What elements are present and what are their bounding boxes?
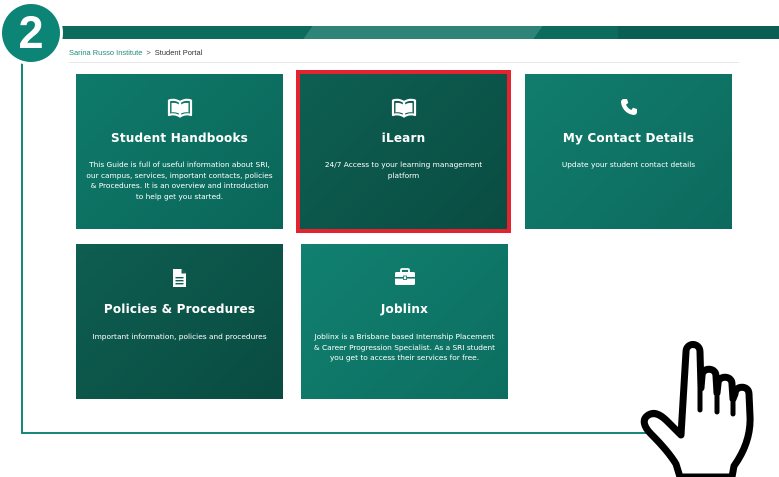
tile-title: iLearn	[381, 131, 426, 145]
tile-policies-procedures[interactable]: Policies & Procedures Important informat…	[76, 244, 283, 399]
guide-frame-line	[21, 432, 711, 434]
briefcase-icon	[301, 268, 508, 288]
step-number-badge: 2	[2, 4, 60, 62]
book-icon	[300, 98, 507, 118]
tile-title: Joblinx	[380, 302, 429, 316]
tile-title: My Contact Details	[562, 131, 695, 145]
breadcrumb-current: Student Portal	[154, 48, 203, 57]
tile-title: Policies & Procedures	[103, 302, 256, 316]
tile-joblinx[interactable]: Joblinx Joblinx is a Brisbane based Inte…	[301, 244, 508, 399]
banner-shade	[303, 26, 543, 39]
guide-frame-line	[21, 58, 23, 434]
tile-my-contact-details[interactable]: My Contact Details Update your student c…	[525, 74, 732, 229]
breadcrumb-home-link[interactable]: Sarina Russo Institute	[69, 48, 142, 57]
breadcrumb: Sarina Russo Institute > Student Portal	[69, 48, 202, 57]
tile-title: Student Handbooks	[111, 131, 248, 145]
book-icon	[76, 98, 283, 118]
tile-description: Important information, policies and proc…	[92, 332, 267, 341]
document-icon	[76, 268, 283, 288]
tile-description: Update your student contact details	[561, 160, 696, 169]
divider	[69, 62, 739, 63]
tile-description: Joblinx is a Brisbane based Internship P…	[313, 332, 496, 363]
phone-icon	[525, 98, 732, 118]
breadcrumb-separator: >	[146, 48, 151, 57]
tile-description: This Guide is full of useful information…	[86, 160, 273, 201]
tile-ilearn[interactable]: iLearn 24/7 Access to your learning mana…	[300, 74, 507, 229]
tile-student-handbooks[interactable]: Student Handbooks This Guide is full of …	[76, 74, 283, 229]
header-banner	[58, 26, 779, 39]
banner-shade	[618, 26, 779, 39]
hand-pointer-icon	[640, 341, 754, 477]
tile-description: 24/7 Access to your learning management …	[324, 160, 483, 180]
